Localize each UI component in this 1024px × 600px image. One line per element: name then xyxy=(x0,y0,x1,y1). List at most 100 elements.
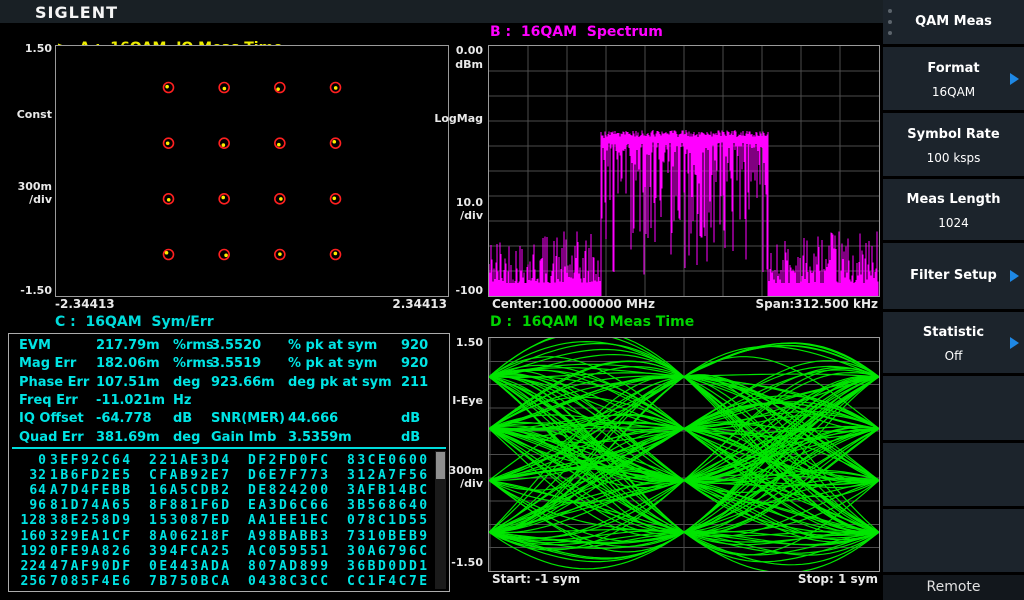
panel-a-ybottom-label: -1.50 xyxy=(20,284,52,297)
panel-a-xmin-label: -2.34413 xyxy=(55,297,115,311)
panel-c-header: C : 16QAM Sym/Err xyxy=(55,314,214,330)
panel-b-ybottom-label: -100 xyxy=(455,284,483,297)
err-cell: 381.69m xyxy=(96,429,160,445)
err-cell: 211 xyxy=(401,374,429,390)
panel-a-header: >A : 16QAM IQ Meas Time xyxy=(37,24,283,56)
err-cell: 182.06m xyxy=(96,356,160,372)
softkey-empty-8[interactable] xyxy=(883,509,1024,572)
softkey-qam-meas[interactable]: QAM Meas xyxy=(883,0,1024,44)
softkey-label: Meas Length xyxy=(906,192,1001,208)
err-row: IQ Offset -64.778 dB SNR(MER) 44.666 dB xyxy=(9,411,449,429)
err-cell: Phase Err xyxy=(19,374,90,390)
err-cell: %rms xyxy=(173,338,214,353)
hex-group: 153087ED xyxy=(149,513,232,529)
eye-diagram-plot xyxy=(488,330,880,574)
err-cell: Gain Imb xyxy=(211,429,277,445)
analyzer-screen: SIGLENT >A : 16QAM IQ Meas Time 1.50 Con… xyxy=(0,0,1024,600)
panel-a-scale-unit: /div xyxy=(29,193,52,206)
err-cell: 3.5359m xyxy=(288,429,352,445)
softkey-meas-length[interactable]: Meas Length 1024 xyxy=(883,179,1024,240)
err-cell: 920 xyxy=(401,356,429,372)
hex-group: 47AF90DF xyxy=(50,558,133,574)
err-row: Quad Err 381.69m deg Gain Imb 3.5359m dB xyxy=(9,430,449,448)
softkey-label: Filter Setup xyxy=(910,268,997,283)
hex-row: 192 0FE9A826 394FCA25 AC059551 30A6796C xyxy=(9,544,443,559)
hex-group: 3EF92C64 xyxy=(50,453,133,468)
hex-row-index: 0 xyxy=(38,453,47,468)
hex-group: 221AE3D4 xyxy=(149,453,232,468)
err-cell: Quad Err xyxy=(19,429,84,445)
err-cell: -11.021m xyxy=(96,392,166,408)
hex-group: 8F881F6D xyxy=(149,498,232,514)
panel-b-scale-unit: /div xyxy=(460,209,483,222)
err-row: Mag Err 182.06m %rms 3.5519 % pk at sym 920 xyxy=(9,356,449,374)
hex-row-index: 224 xyxy=(20,558,47,574)
err-cell: -64.778 xyxy=(96,411,152,427)
err-cell: deg xyxy=(173,374,201,390)
panel-b-span: Span:312.500 kHz xyxy=(755,297,878,311)
table-divider xyxy=(12,447,446,449)
panel-a-ytop-label: 1.50 xyxy=(24,42,52,55)
softkey-format[interactable]: Format 16QAM xyxy=(883,47,1024,110)
panel-b-header: B : 16QAM Spectrum xyxy=(490,24,663,40)
panel-d-scale-value: 300m xyxy=(448,464,483,477)
err-cell: % pk at sym xyxy=(288,356,378,372)
softkey-filter-setup[interactable]: Filter Setup xyxy=(883,243,1024,309)
panel-a-trace-label: Const xyxy=(16,108,52,121)
err-cell: % pk at sym xyxy=(288,338,378,353)
hex-group: D6E7F773 xyxy=(248,468,331,484)
hex-row: 0 3EF92C64 221AE3D4 DF2FD0FC 83CE0600 xyxy=(9,453,443,468)
softkey-symbol-rate[interactable]: Symbol Rate 100 ksps xyxy=(883,113,1024,176)
hex-row-index: 96 xyxy=(29,498,47,514)
remote-status-button[interactable]: Remote xyxy=(883,575,1024,600)
panel-d-trace-label: I-Eye xyxy=(452,394,483,407)
panel-b-scale-value: 10.0 xyxy=(455,196,483,209)
softkey-label: Format xyxy=(927,60,980,76)
err-cell: dB xyxy=(401,429,421,445)
err-cell: EVM xyxy=(19,338,51,353)
hex-group: 0E443ADA xyxy=(149,558,232,574)
softkey-value: 1024 xyxy=(938,215,969,230)
hex-row: 64 A7D4FEBB 16A5CDB2 DE824200 3AFB14BC xyxy=(9,483,443,498)
hex-row: 32 1B6FD2E5 CFAB92E7 D6E7F773 312A7F56 xyxy=(9,468,443,483)
hex-group: 16A5CDB2 xyxy=(149,483,232,499)
panel-b-center-freq: Center:100.000000 MHz xyxy=(492,297,655,311)
softkey-empty-6[interactable] xyxy=(883,376,1024,440)
hex-group: A98BABB3 xyxy=(248,528,331,544)
spectrum-plot xyxy=(488,45,880,297)
err-cell: 3.5520 xyxy=(211,338,262,353)
err-cell: Hz xyxy=(173,392,192,408)
panel-a-xmax-label: 2.34413 xyxy=(392,297,447,311)
err-cell: 3.5519 xyxy=(211,356,262,372)
panel-a-scale-value: 300m xyxy=(17,180,52,193)
hex-group: AA1EE1EC xyxy=(248,513,331,529)
panel-d-start-label: Start: -1 sym xyxy=(492,572,581,586)
hex-group: CFAB92E7 xyxy=(149,468,232,484)
panel-b-trace-label: LogMag xyxy=(434,112,483,125)
submenu-arrow-icon xyxy=(1010,336,1019,349)
hex-row-index: 256 xyxy=(20,573,47,589)
err-cell: Mag Err xyxy=(19,356,77,372)
softkey-statistic[interactable]: Statistic Off xyxy=(883,312,1024,373)
softkey-label: QAM Meas xyxy=(915,14,992,29)
panel-d-ybottom-label: -1.50 xyxy=(451,556,483,569)
err-row: EVM 217.79m %rms 3.5520% pk at sym 920 xyxy=(9,338,449,356)
err-cell: IQ Offset xyxy=(19,411,84,427)
panel-d-header: D : 16QAM IQ Meas Time xyxy=(490,314,695,330)
panel-d-stop-label: Stop: 1 sym xyxy=(797,572,878,586)
sym-err-panel: EVM 217.79m %rms 3.5520% pk at sym 920 Mag Er… xyxy=(8,333,450,592)
brand-logo: SIGLENT xyxy=(35,3,119,22)
hex-row: 128 38E258D9 153087ED AA1EE1EC 078C1D55 xyxy=(9,513,443,528)
err-cell: deg pk at sym xyxy=(288,374,392,390)
hex-row: 256 7085F4E6 7B750BCA 0438C3CC CC1F4C7E xyxy=(9,574,443,589)
hex-row: 160 329EA1CF 8A06218F A98BABB3 7310BEB9 xyxy=(9,529,443,544)
hex-group: 078C1D55 xyxy=(347,513,430,529)
hex-group: AC059551 xyxy=(248,543,331,559)
err-cell: %rms xyxy=(173,356,214,372)
softkey-empty-7[interactable] xyxy=(883,443,1024,506)
softkey-value: 16QAM xyxy=(931,84,976,99)
hex-group: 0438C3CC xyxy=(248,573,331,589)
panel-d-ytop-label: 1.50 xyxy=(455,336,483,349)
hex-group: EA3D6C66 xyxy=(248,498,331,514)
constellation-plot xyxy=(55,45,449,297)
